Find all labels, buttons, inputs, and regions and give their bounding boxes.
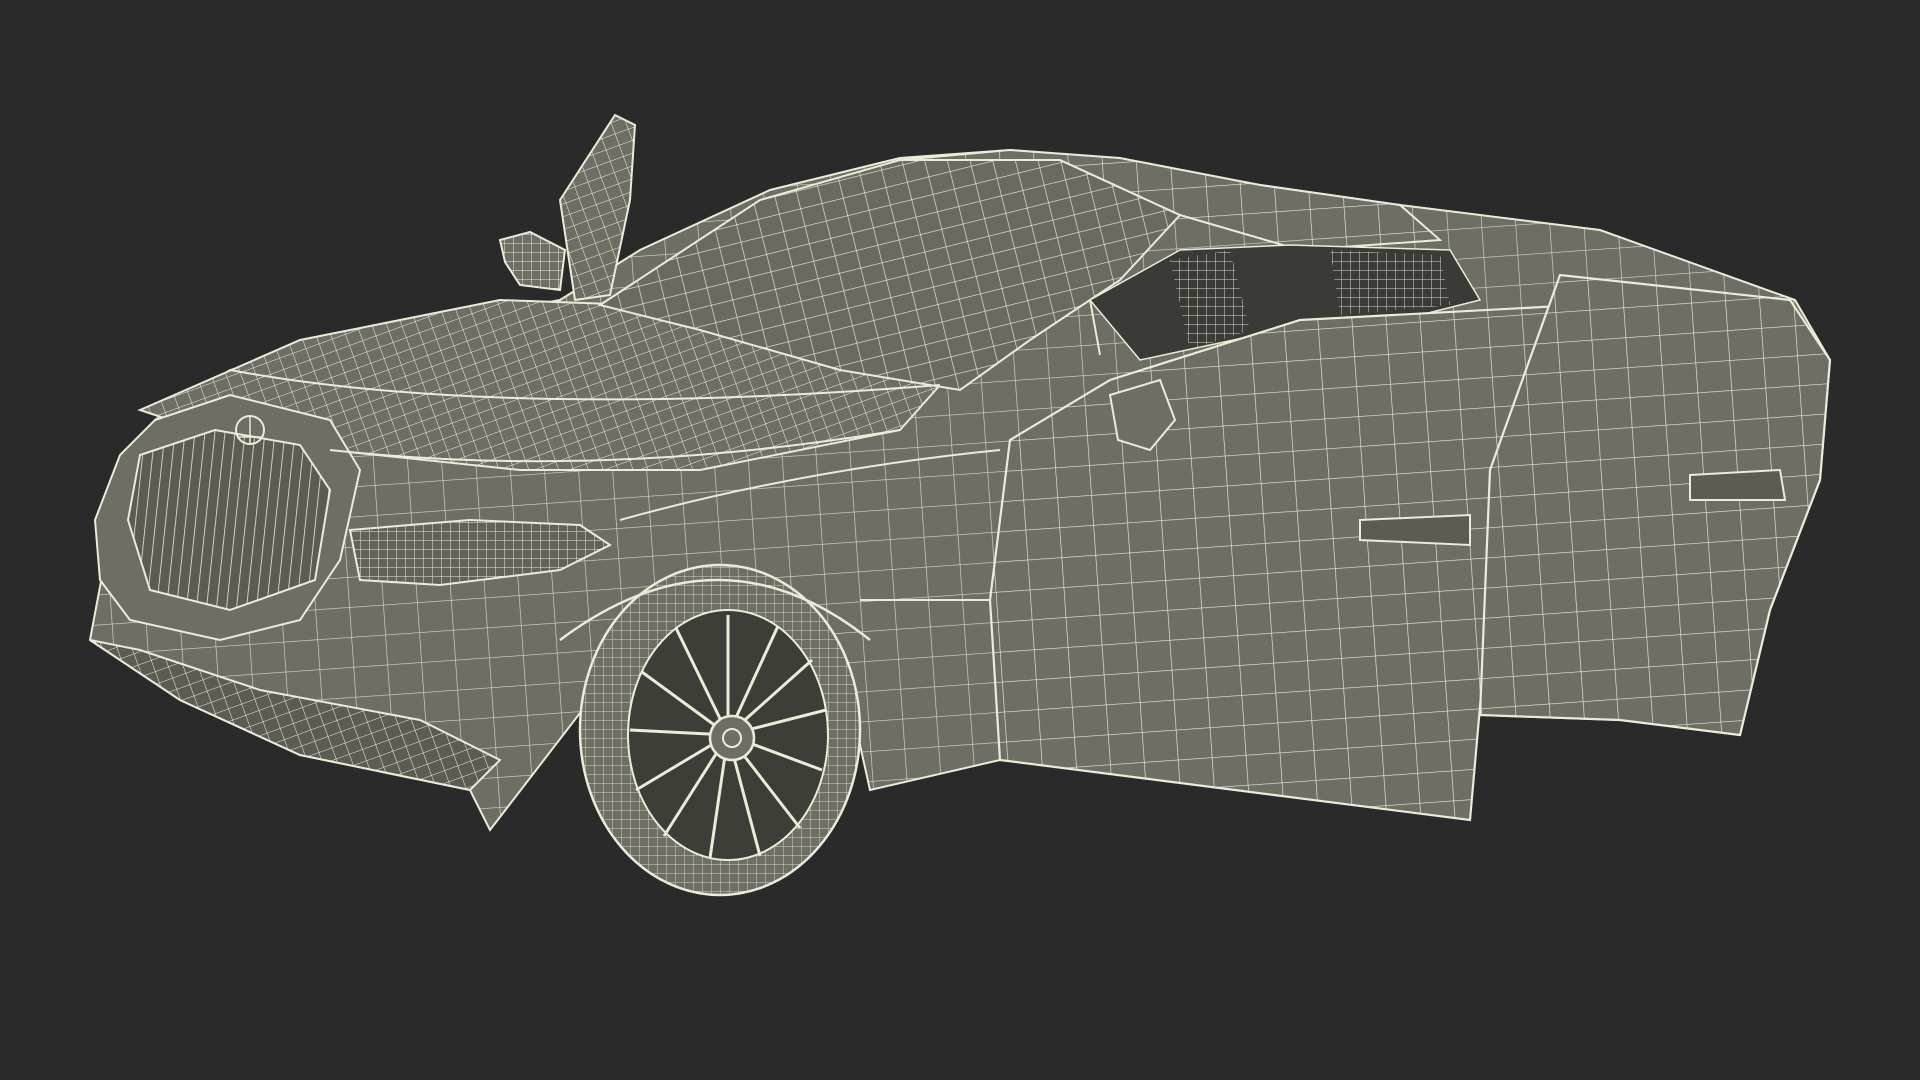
car-wireframe-render (88, 113, 1832, 897)
front-door-handle (1359, 513, 1471, 547)
rear-door-handle (1689, 468, 1787, 501)
wheel-hub (708, 714, 756, 762)
render-viewport (0, 0, 1920, 1080)
side-mirror-left (498, 230, 567, 292)
front-wheel (578, 563, 862, 897)
